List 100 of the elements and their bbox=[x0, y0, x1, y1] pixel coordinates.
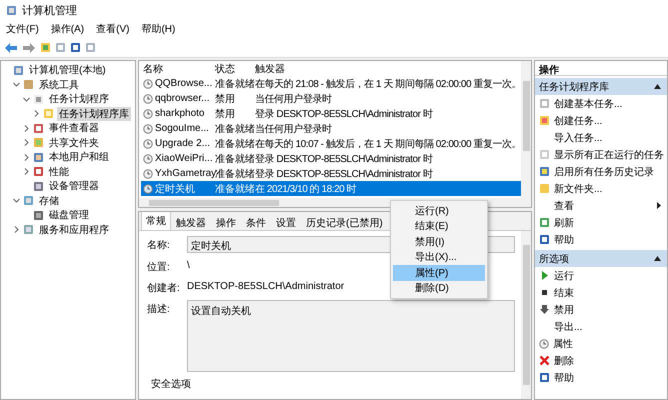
action-link[interactable]: 显示所有正在运行的任务 bbox=[554, 148, 664, 162]
action-link[interactable]: 属性 bbox=[553, 336, 573, 350]
chevron-right-icon[interactable] bbox=[22, 168, 30, 176]
task-name: QQBrowse... bbox=[155, 78, 212, 89]
back-arrow-icon[interactable] bbox=[4, 42, 18, 54]
task-trigger: 登录 DESKTOP-8E5SLCH\Administrator 时 bbox=[254, 108, 432, 120]
task-row[interactable]: QQBrowse... 准备就绪在每天的 21:08 - 触发后，在 1 天 期间每隔 02:00:00 重复一次。 bbox=[141, 76, 521, 91]
menu-item[interactable]: 帮助(H) bbox=[141, 22, 176, 36]
tree-item[interactable]: 任务计划程序库 bbox=[57, 106, 131, 121]
tree-item[interactable]: 共享文件夹 bbox=[47, 136, 101, 150]
task-name: Upgrade 2... bbox=[155, 138, 210, 149]
section-title[interactable]: 所选项 bbox=[539, 252, 569, 266]
vertical-scrollbar[interactable] bbox=[521, 231, 531, 399]
task-name: 定时关机 bbox=[155, 182, 195, 196]
task-status: 准备就绪 bbox=[214, 182, 253, 196]
tree-item[interactable]: 系统工具 bbox=[37, 78, 81, 92]
task-name: XiaoWeiPri... bbox=[155, 153, 213, 164]
tree-item[interactable]: 任务计划程序 bbox=[47, 92, 111, 106]
menu-item[interactable]: 操作(A) bbox=[50, 22, 84, 36]
chevron-down-icon[interactable] bbox=[22, 96, 30, 103]
action-link[interactable]: 启用所有任务历史记录 bbox=[554, 164, 654, 178]
tree-item[interactable]: 服务和应用程序 bbox=[37, 222, 111, 237]
chevron-right-icon[interactable] bbox=[22, 154, 30, 161]
task-row[interactable]: 定时关机 准备就绪在 2021/3/10 的 18:20 时 bbox=[141, 181, 521, 196]
collapse-caret-icon[interactable] bbox=[654, 256, 661, 261]
tab[interactable]: 常规 bbox=[141, 212, 171, 230]
task-trigger: 在每天的 21:08 - 触发后，在 1 天 期间每隔 02:00:00 重复一次。 bbox=[255, 78, 521, 90]
collapse-caret-icon[interactable] bbox=[654, 84, 661, 89]
action-link[interactable]: 导入任务... bbox=[554, 130, 602, 144]
task-name: qqbrowser... bbox=[155, 93, 210, 104]
action-link[interactable]: 创建任务... bbox=[554, 114, 602, 128]
action-link[interactable]: 导出... bbox=[554, 320, 582, 334]
forward-arrow-icon[interactable] bbox=[22, 42, 36, 54]
menu-item[interactable]: 删除(D) bbox=[393, 280, 485, 296]
action-link[interactable]: 结束 bbox=[554, 286, 574, 300]
action-link[interactable]: 创建基本任务... bbox=[554, 96, 622, 110]
task-row[interactable]: SogouIme... 准备就绪当任何用户登录时 bbox=[141, 121, 521, 136]
window-title: 计算机管理 bbox=[22, 4, 77, 18]
section-heading: 安全选项 bbox=[150, 378, 191, 391]
action-link[interactable]: 帮助 bbox=[554, 232, 574, 246]
chevron-down-icon[interactable] bbox=[12, 81, 20, 88]
tree-item[interactable]: 设备管理器 bbox=[47, 179, 101, 194]
task-row[interactable]: qqbrowser... 禁用 当任何用户登录时 bbox=[141, 91, 521, 106]
description-field[interactable]: 设置自动关机 bbox=[187, 300, 515, 372]
column-header[interactable]: 状态 bbox=[213, 62, 253, 76]
task-row[interactable]: XiaoWeiPri... 准备就绪登录 DESKTOP-8E5SLCH\Administrator 时 bbox=[141, 151, 521, 166]
action-link[interactable]: 禁用 bbox=[554, 302, 574, 316]
chevron-right-icon[interactable] bbox=[22, 139, 30, 146]
task-row[interactable]: YxhGametray准备就绪登录 DESKTOP-8E5SLCH\Administrator 时 bbox=[141, 166, 521, 181]
chevron-right-icon[interactable] bbox=[22, 124, 30, 132]
action-link[interactable]: 删除 bbox=[554, 354, 574, 368]
task-row[interactable]: Upgrade 2... 准备就绪在每天的 10:07 - 触发后，在 1 天 期间每隔 02:00:00 重复一次。 bbox=[141, 136, 521, 151]
menu-item[interactable]: 结束(E) bbox=[393, 218, 485, 234]
tree-item[interactable]: 计算机管理(本地) bbox=[27, 63, 108, 78]
action-link[interactable]: 帮助 bbox=[554, 370, 574, 384]
chevron-right-icon[interactable] bbox=[12, 226, 20, 234]
menu-item[interactable]: 属性(P) bbox=[393, 265, 485, 280]
panel-title: 操作 bbox=[535, 61, 667, 76]
tree-item[interactable]: 存储 bbox=[37, 194, 61, 208]
task-name: YxhGametray bbox=[155, 168, 216, 179]
task-row[interactable]: sharkphoto 禁用 登录 DESKTOP-8E5SLCH\Administrator 时 bbox=[141, 106, 521, 121]
menu-item[interactable]: 禁用(I) bbox=[393, 234, 485, 250]
menu-item[interactable]: 运行(R) bbox=[393, 203, 485, 218]
task-status: 禁用 bbox=[214, 92, 236, 106]
task-status: 准备就绪 bbox=[214, 138, 253, 150]
task-trigger: 在 2021/3/10 的 18:20 时 bbox=[255, 182, 356, 196]
action-link[interactable]: 运行 bbox=[554, 268, 574, 282]
task-status: 禁用 bbox=[214, 108, 236, 120]
task-status: 准备就绪 bbox=[214, 152, 253, 166]
tree-item[interactable]: 磁盘管理 bbox=[47, 208, 91, 222]
task-trigger: 当任何用户登录时 bbox=[255, 122, 332, 136]
play-icon bbox=[539, 270, 550, 281]
tree-item[interactable]: 事件查看器 bbox=[47, 121, 101, 136]
field-label: 创建者: bbox=[147, 282, 181, 295]
location-value: \ bbox=[187, 259, 190, 273]
action-link[interactable]: 查看 bbox=[554, 198, 574, 212]
chevron-down-icon[interactable] bbox=[12, 197, 20, 204]
down-arrow-icon bbox=[539, 304, 550, 315]
tree-item[interactable]: 本地用户和组 bbox=[47, 150, 111, 164]
column-header[interactable]: 触发器 bbox=[253, 62, 285, 76]
task-trigger: 在每天的 10:07 - 触发后，在 1 天 期间每隔 02:00:00 重复一次。 bbox=[255, 138, 521, 150]
task-trigger: 当任何用户登录时 bbox=[254, 92, 332, 106]
action-link[interactable]: 新文件夹... bbox=[554, 182, 602, 196]
close-icon bbox=[539, 355, 550, 366]
task-name: sharkphoto bbox=[155, 108, 204, 119]
vertical-scrollbar[interactable] bbox=[521, 61, 531, 198]
action-link[interactable]: 刷新 bbox=[554, 216, 574, 230]
field-label: 描述: bbox=[147, 302, 171, 317]
chevron-right-icon[interactable] bbox=[32, 110, 40, 118]
task-status: 准备就绪 bbox=[214, 122, 253, 136]
menu-item[interactable]: 文件(F) bbox=[6, 22, 39, 36]
task-status: 准备就绪 bbox=[214, 78, 253, 90]
tree-item[interactable]: 性能 bbox=[47, 164, 71, 179]
stop-icon bbox=[539, 287, 550, 298]
task-name: SogouIme... bbox=[155, 123, 209, 134]
menu-item[interactable]: 查看(V) bbox=[96, 22, 130, 36]
column-header[interactable]: 名称 bbox=[141, 62, 213, 76]
task-trigger: 登录 DESKTOP-8E5SLCH\Administrator 时 bbox=[255, 152, 432, 166]
author-value: DESKTOP-8E5SLCH\Administrator bbox=[187, 280, 344, 294]
field-label: 名称: bbox=[147, 239, 171, 253]
